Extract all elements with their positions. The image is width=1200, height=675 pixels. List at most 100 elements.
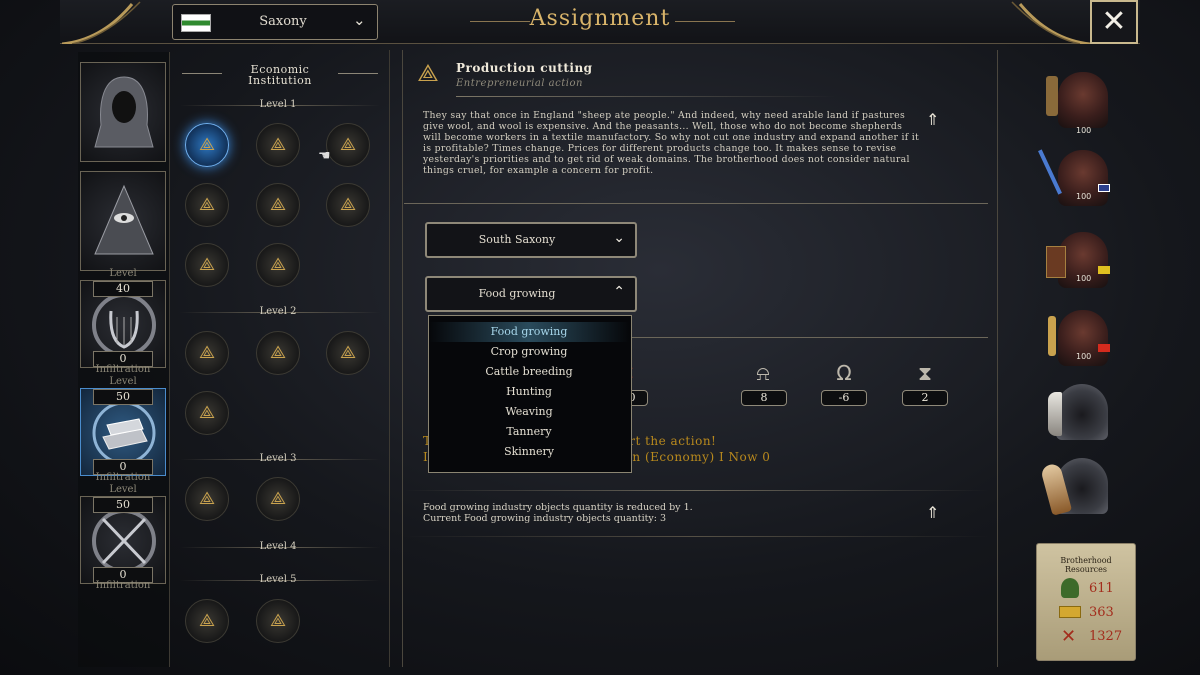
close-button[interactable]: ✕ (1090, 0, 1138, 44)
tree-heading: Economic Institution (222, 64, 338, 86)
brotherhood-influence: 611 (1089, 581, 1114, 596)
menu-item-tannery[interactable]: Tannery (429, 422, 629, 442)
province-dropdown[interactable]: South Saxony ⌄ (425, 222, 637, 258)
country-select[interactable]: Saxony ⌄ (172, 4, 378, 40)
agent-level: 100 (1076, 274, 1092, 283)
hooded-agent-portrait (1056, 384, 1108, 440)
resource-value: 2 (902, 390, 948, 406)
tree-node[interactable]: ⟁ (256, 331, 300, 375)
level-2-label: Level 2 (259, 306, 297, 317)
tree-node[interactable]: ⟁ (185, 183, 229, 227)
section-divider (404, 536, 988, 537)
collapse-effect-icon[interactable]: ⇑ (926, 503, 939, 522)
tree-node-production-cutting[interactable]: ⟁ (185, 123, 229, 167)
agent-card[interactable]: 100 (1046, 306, 1112, 376)
effect-line-1: Food growing industry objects quantity i… (423, 502, 693, 513)
tree-node[interactable]: ⟁ (256, 123, 300, 167)
tree-node[interactable]: ⟁ (185, 243, 229, 287)
page-title: Assignment (529, 6, 671, 31)
resource-value: -6 (821, 390, 867, 406)
level-4-label: Level 4 (259, 541, 297, 552)
slot4-infiltration: Infiltration (95, 472, 151, 483)
brotherhood-resources-panel: Brotherhood Resources 611 363 ✕ 1327 (1036, 543, 1136, 661)
lodge-slot-pyramid[interactable] (80, 171, 166, 271)
industry-dropdown[interactable]: Food growing ⌃ (425, 276, 637, 312)
saxony-flag-icon (181, 14, 211, 32)
tree-heading-line2: Institution (248, 74, 312, 87)
tree-node[interactable]: ⟁ (326, 123, 370, 167)
tree-node[interactable]: ⟁ (326, 331, 370, 375)
lodge-slot-hooded[interactable] (80, 62, 166, 162)
hammer-icon (1046, 76, 1058, 116)
agent-card-hooded[interactable] (1046, 382, 1112, 452)
crossed-swords-icon: ✕ (1061, 626, 1077, 647)
tree-node[interactable]: ⟁ (326, 183, 370, 227)
action-effect: Food growing industry objects quantity i… (423, 502, 693, 524)
chevron-down-icon: ⌄ (613, 230, 625, 246)
hourglass-icon: ⧗ (917, 361, 933, 385)
feather-icon (1048, 392, 1062, 436)
action-description: They say that once in England "sheep ate… (423, 110, 920, 176)
brotherhood-title: Brotherhood Resources (1037, 544, 1135, 574)
omega-icon: Ω (836, 361, 852, 385)
chevron-up-icon: ⌃ (613, 284, 625, 300)
menu-item-hunting[interactable]: Hunting (429, 382, 629, 402)
tree-node[interactable]: ⟁ (185, 477, 229, 521)
brotherhood-resource-row: 611 (1059, 578, 1133, 598)
menu-item-weaving[interactable]: Weaving (429, 402, 629, 422)
uk-flag-icon (1098, 184, 1110, 192)
corner-ornament-right (1011, 1, 1090, 44)
brotherhood-title-line1: Brotherhood (1060, 556, 1112, 565)
section-divider (632, 337, 988, 338)
bell-icon: ⍾ (756, 361, 770, 385)
tree-node[interactable]: ⟁ (256, 183, 300, 227)
menu-item-cattle-breeding[interactable]: Cattle breeding (429, 362, 629, 382)
brotherhood-resource-row: ✕ 1327 (1059, 626, 1133, 647)
corner-ornament-left (62, 1, 141, 44)
tree-node[interactable]: ⟁ (256, 599, 300, 643)
hand-cursor-icon: ☚ (318, 148, 331, 164)
slot3-infiltration: Infiltration (95, 364, 151, 375)
menu-item-food-growing[interactable]: Food growing (429, 322, 629, 342)
brotherhood-military: 1327 (1089, 629, 1123, 644)
agent-card[interactable]: 100 (1038, 146, 1112, 216)
brotherhood-title-line2: Resources (1065, 565, 1107, 574)
slot3-level-label: Level (109, 268, 137, 279)
slot3-level: 40 (93, 281, 153, 297)
swiss-flag-icon (1098, 344, 1110, 352)
agent-level: 100 (1076, 352, 1092, 361)
collapse-description-icon[interactable]: ⇑ (926, 110, 939, 129)
tree-node[interactable]: ⟁ (256, 243, 300, 287)
level-3-label: Level 3 (259, 453, 297, 464)
resource-value: 8 (741, 390, 787, 406)
effect-line-2: Current Food growing industry objects qu… (423, 513, 667, 524)
slot5-level-label: Level (109, 484, 137, 495)
compass-square-icon: ⟁ (417, 59, 439, 87)
slot5-level: 50 (93, 497, 153, 513)
heading-ornament-right (338, 73, 378, 74)
menu-item-skinnery[interactable]: Skinnery (429, 442, 629, 462)
slot4-level-label: Level (109, 376, 137, 387)
industry-dropdown-label: Food growing (478, 287, 556, 300)
agent-level: 100 (1076, 192, 1092, 201)
book-icon (1046, 246, 1066, 278)
agent-level: 100 (1076, 126, 1092, 135)
agent-card-hooded[interactable] (1039, 456, 1112, 526)
industry-dropdown-menu: Food growing Crop growing Cattle breedin… (428, 315, 632, 473)
tree-node[interactable]: ⟁ (185, 331, 229, 375)
agent-card[interactable]: 100 (1046, 68, 1112, 138)
country-label: Saxony (259, 14, 307, 29)
agent-portrait (1058, 72, 1108, 128)
tree-node[interactable]: ⟁ (185, 599, 229, 643)
slot5-infiltration: Infiltration (95, 580, 151, 591)
level-1-label: Level 1 (259, 99, 297, 110)
action-subtitle: Entrepreneurial action (456, 78, 583, 89)
province-dropdown-label: South Saxony (478, 233, 556, 246)
section-divider (404, 203, 988, 204)
tree-node[interactable]: ⟁ (256, 477, 300, 521)
level-5-label: Level 5 (259, 574, 297, 585)
pyramid-eye-icon (94, 184, 154, 255)
agent-card[interactable]: 100 (1046, 228, 1112, 298)
tree-node[interactable]: ⟁ (185, 391, 229, 435)
menu-item-crop-growing[interactable]: Crop growing (429, 342, 629, 362)
